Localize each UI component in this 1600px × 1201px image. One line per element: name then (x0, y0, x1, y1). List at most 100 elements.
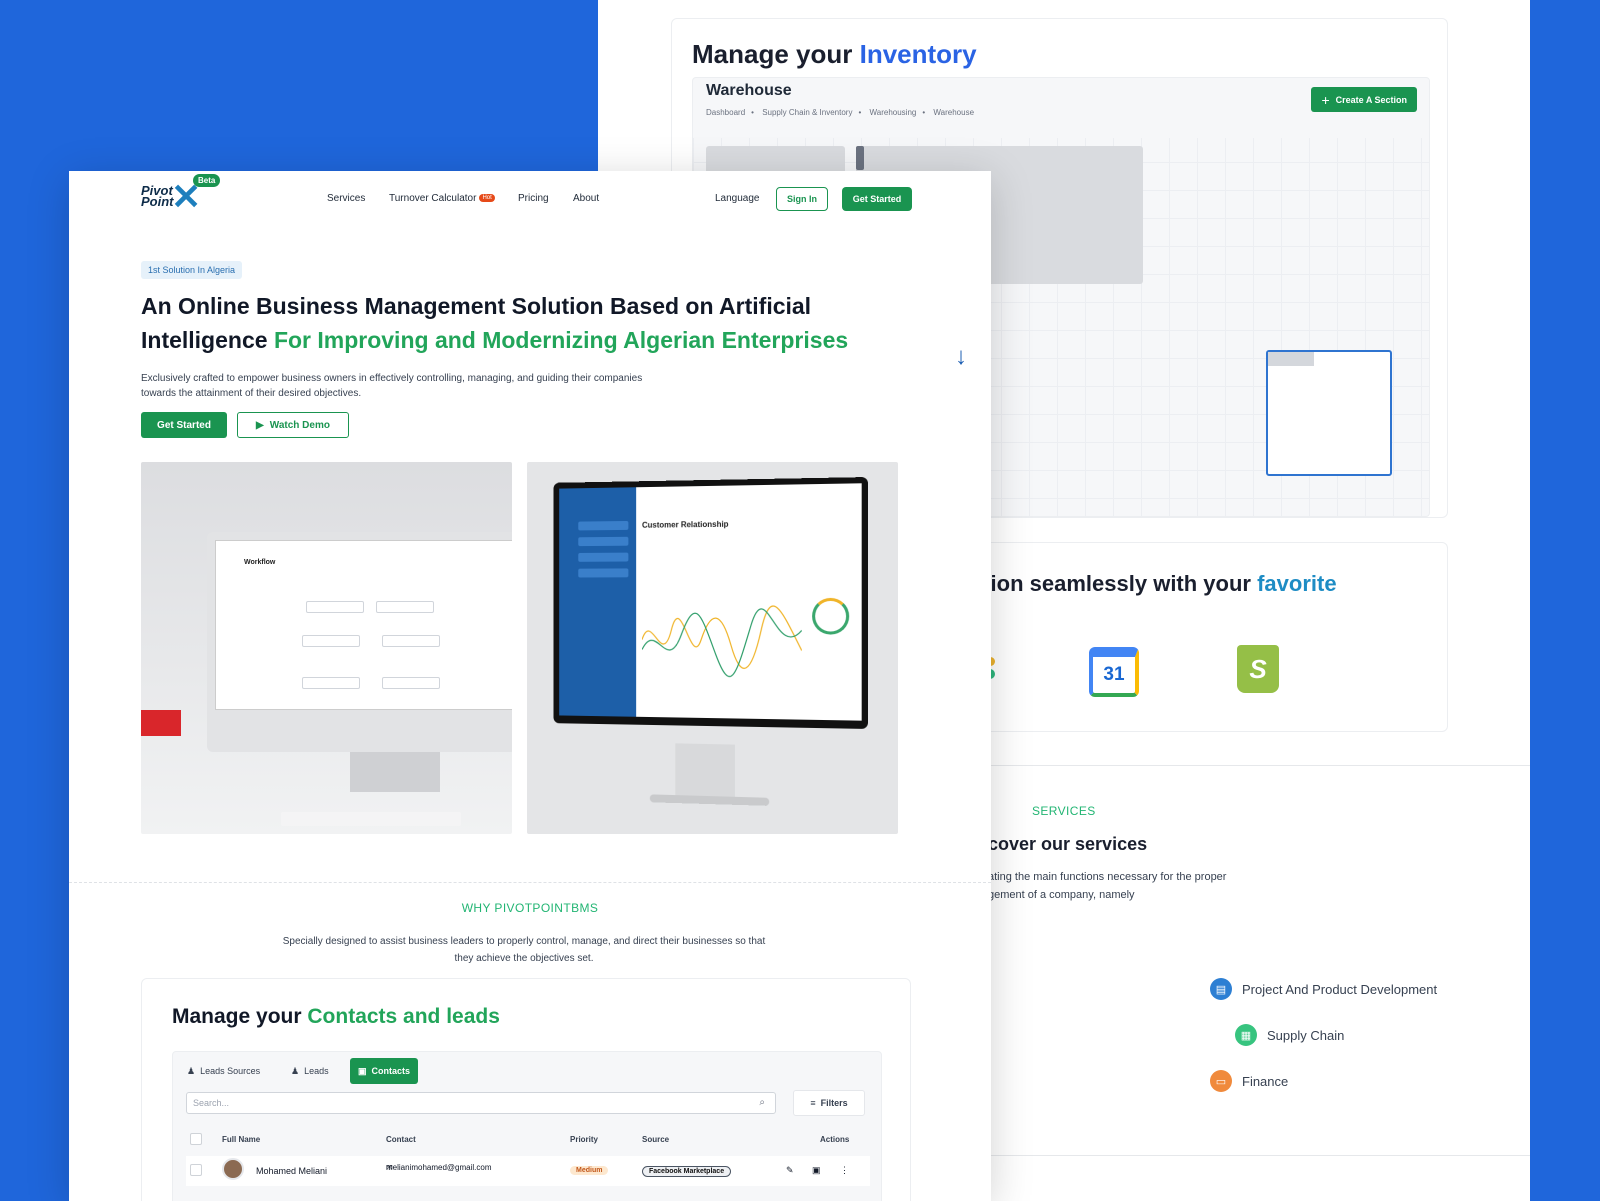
hero-badge: 1st Solution In Algeria (141, 261, 243, 279)
crm-sidebar (559, 487, 637, 717)
service-item-finance[interactable]: ▭ Finance (1210, 1070, 1288, 1092)
contact-name: Mohamed Meliani (256, 1166, 328, 1176)
breadcrumb-item[interactable]: Dashboard (706, 108, 745, 117)
people-icon: ♟ (291, 1065, 300, 1076)
plus-icon: + (1321, 91, 1330, 108)
filter-icon: ≡ (810, 1098, 816, 1108)
column-priority: Priority (570, 1135, 599, 1144)
crm-sidebar-item (578, 552, 629, 562)
edit-icon[interactable]: ✎ (786, 1165, 794, 1176)
integrations-card: ation seamlessly with your favorite 31 S (970, 542, 1448, 732)
warehouse-selected-section[interactable] (1266, 350, 1392, 476)
table-header: Full Name Contact Priority Source Action… (186, 1130, 870, 1152)
workflow-title: Workflow (244, 559, 276, 566)
nav-pricing[interactable]: Pricing (518, 193, 549, 204)
tab-contacts[interactable]: ▣ Contacts (350, 1058, 419, 1084)
nav-turnover-calculator[interactable]: Turnover Calculator Hot (389, 193, 495, 204)
source-badge: Facebook Marketplace (642, 1166, 732, 1177)
play-icon: ▶ (256, 419, 264, 431)
tab-leads-sources[interactable]: ♟ Leads Sources (179, 1058, 268, 1084)
crm-donut-chart (812, 597, 850, 635)
watch-demo-button[interactable]: ▶ Watch Demo (237, 412, 349, 438)
why-description: Specially designed to assist business le… (282, 936, 766, 964)
top-nav: Pivot Point ✕ Beta Services Turnover Calc… (69, 171, 991, 229)
services-title: cover our services (988, 834, 1148, 854)
crm-screenshot: Customer Relationship (527, 462, 898, 834)
display-monitor: Customer Relationship (553, 477, 868, 806)
section-divider (69, 882, 991, 883)
divider (958, 765, 1530, 766)
nav-about[interactable]: About (573, 193, 599, 204)
nav-services[interactable]: Services (327, 193, 365, 204)
resize-handle[interactable] (856, 146, 864, 170)
breadcrumb-item[interactable]: Warehousing (870, 108, 917, 117)
crm-line-chart (642, 600, 802, 681)
workflow-node (376, 601, 434, 613)
priority-badge: Medium (570, 1166, 609, 1175)
hot-badge: Hot (479, 194, 495, 202)
monitor-stand (350, 752, 440, 792)
crm-title: Customer Relationship (642, 519, 729, 530)
supply-chain-icon: ▦ (1235, 1024, 1257, 1046)
red-object (141, 710, 181, 736)
avatar (222, 1158, 244, 1180)
column-source: Source (642, 1135, 670, 1144)
contacts-title: Manage your Contacts and leads (172, 1005, 500, 1028)
search-icon: ⌕ (759, 1097, 765, 1108)
crm-sidebar-item (578, 568, 629, 578)
beta-badge: Beta (193, 174, 221, 187)
filters-button[interactable]: ≡ Filters (793, 1090, 865, 1116)
hero-title-accent: For Improving and Modernizing Algerian E… (273, 327, 849, 353)
warehouse-title: Warehouse (706, 82, 792, 99)
services-kicker: SERVICES (1032, 804, 1096, 818)
monitor-stand (675, 743, 735, 801)
project-icon: ▤ (1210, 978, 1232, 1000)
workflow-node (382, 677, 440, 689)
inventory-title-accent: Inventory (859, 39, 977, 69)
search-input[interactable]: Search... ⌕ (186, 1092, 776, 1114)
table-row[interactable]: Mohamed Meliani ✉ melianimohamed@gmail.c… (186, 1156, 870, 1186)
column-full-name: Full Name (222, 1135, 261, 1144)
divider (958, 1155, 1530, 1156)
breadcrumb-item[interactable]: Supply Chain & Inventory (762, 108, 852, 117)
shopify-icon: S (1237, 645, 1279, 693)
more-options-icon[interactable]: ⋮ (840, 1165, 849, 1176)
select-all-checkbox[interactable] (190, 1133, 202, 1145)
service-item-supply-chain[interactable]: ▦ Supply Chain (1235, 1024, 1344, 1046)
arrow-down-icon[interactable]: ↓ (955, 343, 967, 371)
monitor-base (649, 794, 770, 806)
hero-title: An Online Business Management Solution B… (141, 293, 849, 353)
hero-subtitle: Exclusively crafted to empower business … (141, 373, 643, 399)
people-icon: ♟ (187, 1065, 196, 1076)
services-description: ating the main functions necessary for t… (988, 871, 1227, 901)
workflow-node (306, 601, 364, 613)
imac-monitor: Workflow (207, 532, 512, 792)
contact-card-icon: ▣ (358, 1065, 367, 1076)
column-actions: Actions (820, 1135, 850, 1144)
column-contact: Contact (386, 1135, 416, 1144)
workflow-node (382, 635, 440, 647)
service-item-project[interactable]: ▤ Project And Product Development (1210, 978, 1437, 1000)
warehouse-header: Warehouse Dashboard • Supply Chain & Inve… (693, 78, 1429, 138)
view-icon[interactable]: ▣ (812, 1165, 821, 1176)
contacts-card: Manage your Contacts and leads ♟ Leads So… (141, 978, 911, 1201)
contacts-panel: ♟ Leads Sources ♟ Leads ▣ Contacts Search..… (172, 1051, 882, 1201)
inventory-title: Manage your Inventory (692, 39, 977, 69)
hero-get-started-button[interactable]: Get Started (141, 412, 227, 438)
breadcrumb: Dashboard • Supply Chain & Inventory • War… (706, 108, 975, 117)
workflow-node (302, 677, 360, 689)
crm-sidebar-item (578, 520, 629, 531)
google-calendar-icon: 31 (1089, 647, 1139, 697)
row-checkbox[interactable] (190, 1164, 202, 1176)
tab-leads[interactable]: ♟ Leads (283, 1058, 337, 1084)
sign-in-button[interactable]: Sign In (776, 187, 828, 211)
why-kicker: WHY PIVOTPOINTBMS (461, 901, 599, 915)
nav-get-started-button[interactable]: Get Started (842, 187, 912, 211)
workflow-screen: Workflow (215, 540, 512, 710)
breadcrumb-item: Warehouse (933, 108, 975, 117)
language-selector[interactable]: Language (715, 193, 760, 204)
crm-sidebar-item (578, 536, 629, 547)
keyboard (281, 812, 461, 826)
crm-screen: Customer Relationship (559, 483, 862, 721)
create-section-button[interactable]: + Create A Section (1311, 87, 1417, 112)
